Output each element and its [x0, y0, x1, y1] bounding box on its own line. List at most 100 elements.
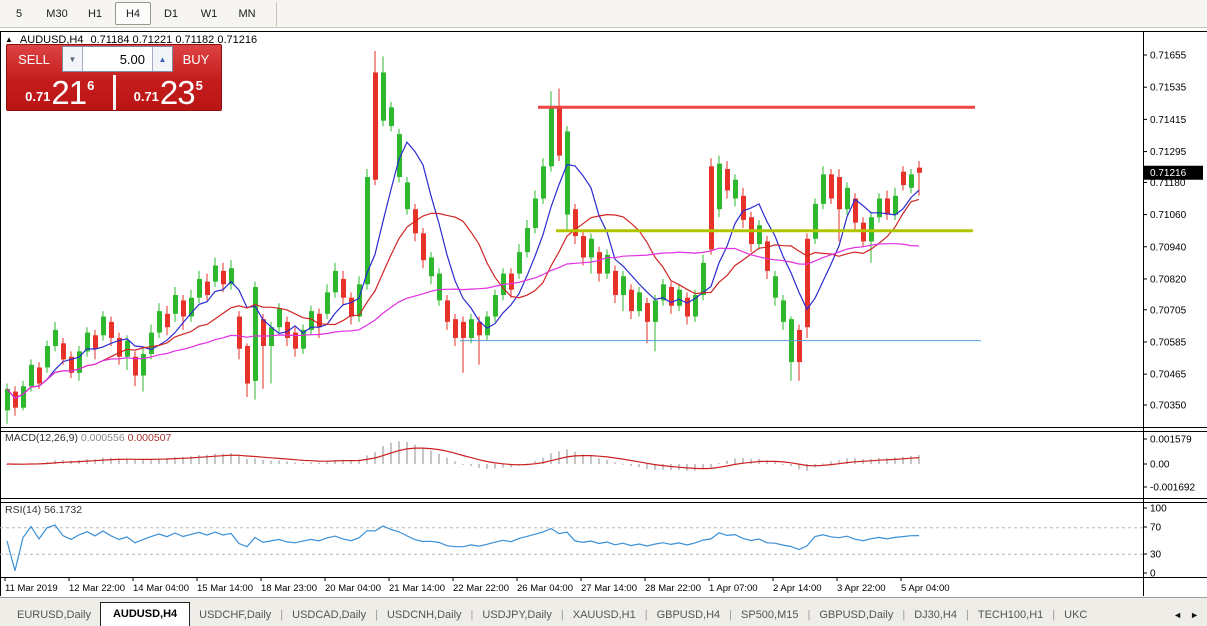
- candle-body: [213, 265, 218, 282]
- rsi-line: [6, 524, 920, 571]
- candle-body: [805, 238, 810, 328]
- macd-histogram-bar: [462, 464, 464, 465]
- macd-histogram-bar: [198, 455, 200, 464]
- macd-histogram-bar: [606, 459, 608, 464]
- sell-price-base: 0.71: [25, 89, 51, 104]
- tabs-scroll-left-icon[interactable]: ◄: [1173, 610, 1182, 620]
- candle-body: [389, 107, 394, 127]
- candle-body: [325, 292, 330, 314]
- price-axis-label: 0.70585: [1150, 337, 1187, 348]
- chart-tab-tech100-h1[interactable]: TECH100,H1: [969, 605, 1052, 626]
- date-axis-label: 5 Apr 04:00: [901, 583, 950, 594]
- volume-input[interactable]: 5.00: [83, 47, 152, 71]
- macd-histogram-bar: [270, 460, 272, 464]
- sell-price-button[interactable]: 0.71 21 6: [7, 75, 113, 110]
- candle-body: [765, 241, 770, 271]
- chart-tab-gbpusd-daily[interactable]: GBPUSD,Daily: [810, 605, 902, 626]
- macd-histogram-bar: [726, 460, 728, 464]
- candle-body: [101, 316, 106, 336]
- candle-body: [557, 107, 562, 156]
- macd-histogram-bar: [502, 464, 504, 468]
- candle-body: [845, 187, 850, 210]
- volume-decrease-button[interactable]: ▼: [63, 47, 83, 71]
- chart-tab-usdcnh-daily[interactable]: USDCNH,Daily: [378, 605, 471, 626]
- buy-price-button[interactable]: 0.71 23 5: [116, 75, 222, 110]
- macd-axis-label: 0.00: [1150, 460, 1170, 471]
- candle-body: [741, 195, 746, 220]
- candle-body: [709, 166, 714, 250]
- macd-histogram-bar: [878, 458, 880, 464]
- candle-body: [221, 270, 226, 285]
- candle-body: [917, 167, 922, 173]
- candle-body: [149, 332, 154, 355]
- chart-tab-gbpusd-h4[interactable]: GBPUSD,H4: [648, 605, 730, 626]
- macd-histogram-bar: [718, 463, 720, 465]
- candle-body: [181, 300, 186, 317]
- macd-histogram-bar: [134, 459, 136, 464]
- chart-tab-usdjpy-daily[interactable]: USDJPY,Daily: [473, 605, 561, 626]
- chart-tab-audusd-h4[interactable]: AUDUSD,H4: [99, 602, 191, 626]
- candle-body: [269, 327, 274, 346]
- macd-histogram-bar: [430, 450, 432, 464]
- macd-histogram-bar: [590, 455, 592, 464]
- candle-body: [893, 195, 898, 215]
- volume-increase-button[interactable]: ▲: [152, 47, 172, 71]
- macd-histogram-bar: [918, 455, 920, 464]
- sell-button[interactable]: SELL: [7, 45, 61, 74]
- candle-body: [645, 303, 650, 322]
- buy-price-sup: 5: [195, 78, 203, 93]
- candle-body: [901, 171, 906, 186]
- candle-body: [581, 236, 586, 258]
- candle-body: [781, 300, 786, 322]
- macd-histogram-bar: [254, 458, 256, 464]
- candle-body: [141, 354, 146, 376]
- macd-histogram-bar: [398, 441, 400, 464]
- chart-tab-usdchf-daily[interactable]: USDCHF,Daily: [190, 605, 280, 626]
- rsi-axis-label: 70: [1150, 523, 1162, 534]
- macd-histogram-bar: [486, 464, 488, 469]
- candle-body: [549, 107, 554, 167]
- chart-tab-xauusd-h1[interactable]: XAUUSD,H1: [564, 605, 645, 626]
- date-axis-label: 22 Mar 22:00: [453, 583, 509, 594]
- macd-histogram-bar: [102, 457, 104, 464]
- macd-axis-label: 0.001579: [1150, 435, 1192, 446]
- price-axis-label: 0.71415: [1150, 115, 1187, 126]
- chart-tab-usdcad-daily[interactable]: USDCAD,Daily: [283, 605, 375, 626]
- macd-histogram-bar: [326, 461, 328, 464]
- macd-histogram-bar: [750, 458, 752, 464]
- rsi-axis-label: 0: [1150, 569, 1156, 580]
- candle-body: [773, 276, 778, 298]
- date-axis-label: 11 Mar 2019: [5, 583, 58, 594]
- buy-button[interactable]: BUY: [171, 45, 221, 74]
- candle-body: [253, 286, 258, 381]
- macd-histogram-bar: [294, 462, 296, 464]
- date-axis-label: 21 Mar 14:00: [389, 583, 445, 594]
- candle-body: [533, 198, 538, 228]
- macd-histogram-bar: [438, 453, 440, 464]
- candle-body: [317, 313, 322, 328]
- chart-tab-dj30-h4[interactable]: DJ30,H4: [905, 605, 966, 626]
- candle-body: [733, 179, 738, 199]
- candle-body: [125, 340, 130, 357]
- macd-histogram-bar: [894, 457, 896, 464]
- candle-body: [333, 270, 338, 293]
- date-axis-label: 15 Mar 14:00: [197, 583, 253, 594]
- trade-panel-toggle-icon[interactable]: ▲: [5, 36, 13, 44]
- macd-histogram-bar: [638, 464, 640, 468]
- date-axis-label: 18 Mar 23:00: [261, 583, 317, 594]
- chart-tab-ukc[interactable]: UKC: [1055, 605, 1096, 626]
- candle-body: [461, 321, 466, 338]
- macd-histogram-bar: [790, 464, 792, 467]
- candle-body: [877, 198, 882, 218]
- tabs-scroll-right-icon[interactable]: ►: [1190, 610, 1199, 620]
- macd-histogram-bar: [622, 463, 624, 465]
- date-axis-label: 12 Mar 22:00: [69, 583, 125, 594]
- price-axis-label: 0.71655: [1150, 51, 1187, 62]
- macd-histogram-bar: [478, 464, 480, 469]
- chart-tab-sp500-m15[interactable]: SP500,M15: [732, 605, 807, 626]
- candle-body: [813, 203, 818, 239]
- candle-body: [373, 72, 378, 180]
- chart-tab-eurusd-daily[interactable]: EURUSD,Daily: [8, 605, 100, 626]
- price-axis-label: 0.71060: [1150, 210, 1187, 221]
- candle-body: [45, 345, 50, 368]
